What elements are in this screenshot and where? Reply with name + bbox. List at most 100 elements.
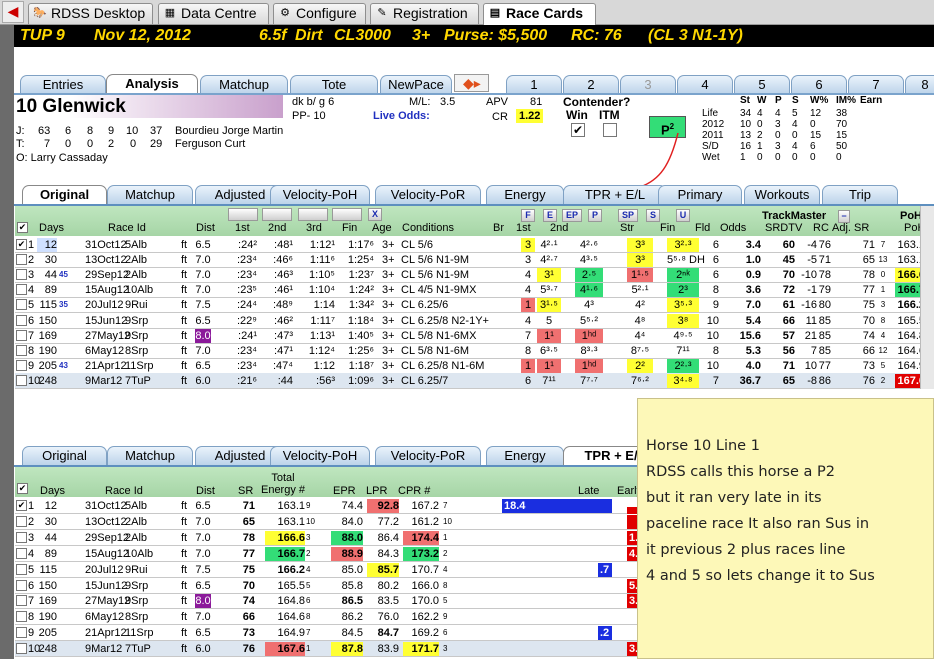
- jockey-name[interactable]: Bourdieu Jorge Martin: [175, 125, 283, 137]
- sub-tab-matchup[interactable]: Matchup: [107, 185, 193, 204]
- pp-sort-button[interactable]: [228, 208, 258, 221]
- pp-sort-button[interactable]: [298, 208, 328, 221]
- pp-row-checkbox[interactable]: [16, 314, 27, 326]
- tab-entries[interactable]: Entries: [20, 75, 106, 94]
- energy-row-checkbox[interactable]: [16, 627, 27, 639]
- call-2: :47¹: [274, 344, 293, 357]
- back-arrow-icon[interactable]: ◀: [2, 1, 24, 23]
- sub-tab-workouts[interactable]: Workouts: [744, 185, 820, 204]
- pp-row[interactable]: 2 30 13Oct12 2Alb ft 7.0:23⁴:46⁶ 1:11⁶ 1:25⁴ 3+ C…: [15, 252, 925, 269]
- energy-row-checkbox[interactable]: [16, 595, 27, 607]
- days-value: 190: [38, 344, 57, 357]
- horse-tab-2[interactable]: 2: [563, 75, 619, 94]
- trainer-name[interactable]: Ferguson Curt: [175, 138, 245, 150]
- energy-column-header: Days: [40, 485, 66, 497]
- pp-row-checkbox[interactable]: ✔: [16, 239, 27, 250]
- pp-row-checkbox[interactable]: [16, 269, 27, 281]
- tab-data-centre[interactable]: ▦ Data Centre: [158, 3, 269, 24]
- sub-tab-velocity-poh[interactable]: Velocity-PoH: [270, 185, 370, 204]
- total-energy: 166.7: [265, 546, 305, 561]
- jockey-stat: 63: [38, 125, 51, 137]
- tab-tote[interactable]: Tote: [290, 75, 378, 94]
- select-all-checkbox-bottom[interactable]: ✔: [17, 483, 28, 494]
- energy-row-checkbox[interactable]: [16, 579, 27, 591]
- pp-row[interactable]: 8 190 6May12 8Srp ft 7.0:23⁴:47¹ 1:12⁴ 1:25⁶ 3+ C…: [15, 343, 925, 359]
- tab-configure[interactable]: ⚙ Configure: [273, 3, 366, 24]
- sub-tab-trip[interactable]: Trip: [822, 185, 898, 204]
- energy-row-checkbox[interactable]: [16, 643, 27, 655]
- pp-row[interactable]: 10 248 9Mar12 7TuP ft 6.0:21⁶:44:56³ 1:09⁶ 3+ CL…: [15, 372, 925, 389]
- second-call: 1ʰᵈ: [575, 358, 603, 373]
- total-energy: 163.1: [277, 500, 305, 512]
- pace-filter-x[interactable]: X: [368, 208, 382, 221]
- sub-tab-energy[interactable]: Energy: [486, 185, 564, 204]
- horse-tab-8[interactable]: 8: [905, 75, 934, 94]
- horse-tab-1[interactable]: 1: [506, 75, 562, 94]
- sub-tab-bottom-energy[interactable]: Energy: [486, 446, 564, 465]
- horse-tab-3[interactable]: 3: [620, 75, 676, 94]
- pp-row[interactable]: 5 115 35 20Jul12 9Rui ft 7.5:24⁴:48⁹ 1:14 1:34² 3…: [15, 297, 925, 314]
- pp-sort-button[interactable]: [332, 208, 362, 221]
- cpr: 171.7: [403, 642, 439, 657]
- tab-newpace[interactable]: NewPace: [380, 75, 452, 94]
- tab-registration[interactable]: ✎ Registration: [370, 3, 479, 24]
- sub-tab-bottom-velocity-por[interactable]: Velocity-PoR: [375, 446, 481, 465]
- total-energy-rank: 10: [306, 516, 315, 526]
- collapse-trackmaster-button[interactable]: −: [838, 210, 850, 223]
- tab-matchup[interactable]: Matchup: [200, 75, 288, 94]
- sub-tab-velocity-por[interactable]: Velocity-PoR: [375, 185, 481, 204]
- lpr: 83.9: [377, 643, 399, 656]
- race-track: 2Alb: [125, 515, 148, 528]
- sub-tab-tpr-e-l[interactable]: TPR + E/L: [563, 185, 667, 204]
- horse-tab-5[interactable]: 5: [734, 75, 790, 94]
- tab-analysis[interactable]: Analysis: [106, 74, 198, 94]
- energy-row-checkbox[interactable]: ✔: [16, 500, 27, 511]
- tab-race-cards[interactable]: ▤ Race Cards: [483, 3, 596, 25]
- horse-tab-6[interactable]: 6: [791, 75, 847, 94]
- pp-row-checkbox[interactable]: [16, 374, 27, 386]
- horse-tab-7[interactable]: 7: [848, 75, 904, 94]
- epr: 86.5: [341, 595, 363, 608]
- pp-sort-button[interactable]: [262, 208, 292, 221]
- pp-row[interactable]: 6 150 15Jun12 9Srp ft 6.5:22⁹:46² 1:11⁷ 1:18⁴ 3+…: [15, 313, 925, 329]
- horse-tab-4[interactable]: 4: [677, 75, 733, 94]
- pp-row[interactable]: 3 44 45 29Sep12 2Alb ft 7.0:23⁴:46³ 1:10⁵ 1:23⁷ 3…: [15, 267, 925, 284]
- pp-row-checkbox[interactable]: [16, 329, 27, 341]
- pp-row-checkbox[interactable]: [16, 284, 27, 296]
- pp-row-checkbox[interactable]: [16, 299, 27, 311]
- energy-row-checkbox[interactable]: [16, 611, 27, 623]
- sub-tab-bottom-original[interactable]: Original: [22, 446, 107, 465]
- break: 4: [524, 269, 532, 282]
- pace-filter-p[interactable]: P: [588, 209, 602, 222]
- pace-filter-u[interactable]: U: [676, 209, 690, 222]
- pp-row[interactable]: 7 169 27May12 9Srp ft 8.0:24¹:47³ 1:13¹ 1:40⁵ 3+…: [15, 328, 925, 344]
- pp-row-checkbox[interactable]: [16, 359, 27, 371]
- energy-row-checkbox[interactable]: [16, 515, 27, 527]
- tab-rdss-desktop[interactable]: 🐎 RDSS Desktop: [28, 3, 153, 24]
- pp-row[interactable]: 4 89 15Aug12 10Alb ft 7.0:23⁵:46¹ 1:10⁴ 1:24² 3+…: [15, 282, 925, 299]
- distance: 7.0: [195, 269, 211, 282]
- pp-scrollbar[interactable]: [920, 206, 934, 389]
- pp-row[interactable]: 9 205 43 21Apr12 11Srp ft 6.5:23⁴:47⁴ 1:12 1:18⁷…: [15, 358, 925, 374]
- sub-tab-bottom-velocity-poh[interactable]: Velocity-PoH: [270, 446, 370, 465]
- pace-filter-sp[interactable]: SP: [618, 209, 638, 222]
- pp-row-checkbox[interactable]: [16, 254, 27, 266]
- sub-tab-original[interactable]: Original: [22, 185, 107, 204]
- sub-tab-bottom-matchup[interactable]: Matchup: [107, 446, 193, 465]
- pace-toolbar-button[interactable]: ◆▸: [454, 74, 489, 92]
- pace-filter-s[interactable]: S: [646, 209, 660, 222]
- pp-row[interactable]: ✔ 1 12 31Oct12 5Alb ft 6.5:24²:48¹ 1:12¹ 1:17⁶ 3+…: [15, 237, 925, 253]
- sub-tab-primary[interactable]: Primary: [658, 185, 742, 204]
- speed-rating: 72: [782, 284, 795, 297]
- energy-row-checkbox[interactable]: [16, 563, 27, 575]
- stretch: 5²·¹: [631, 284, 649, 297]
- pace-filter-ep[interactable]: EP: [562, 209, 582, 222]
- pace-filter-f[interactable]: F: [521, 209, 535, 222]
- energy-row-checkbox[interactable]: [16, 531, 27, 543]
- pace-filter-e[interactable]: E: [543, 209, 557, 222]
- energy-row-checkbox[interactable]: [16, 547, 27, 559]
- pp-row-checkbox[interactable]: [16, 344, 27, 356]
- select-all-checkbox[interactable]: ✔: [17, 222, 28, 233]
- win-checkbox[interactable]: ✔: [571, 123, 585, 137]
- final-time: 1:40⁵: [348, 329, 374, 342]
